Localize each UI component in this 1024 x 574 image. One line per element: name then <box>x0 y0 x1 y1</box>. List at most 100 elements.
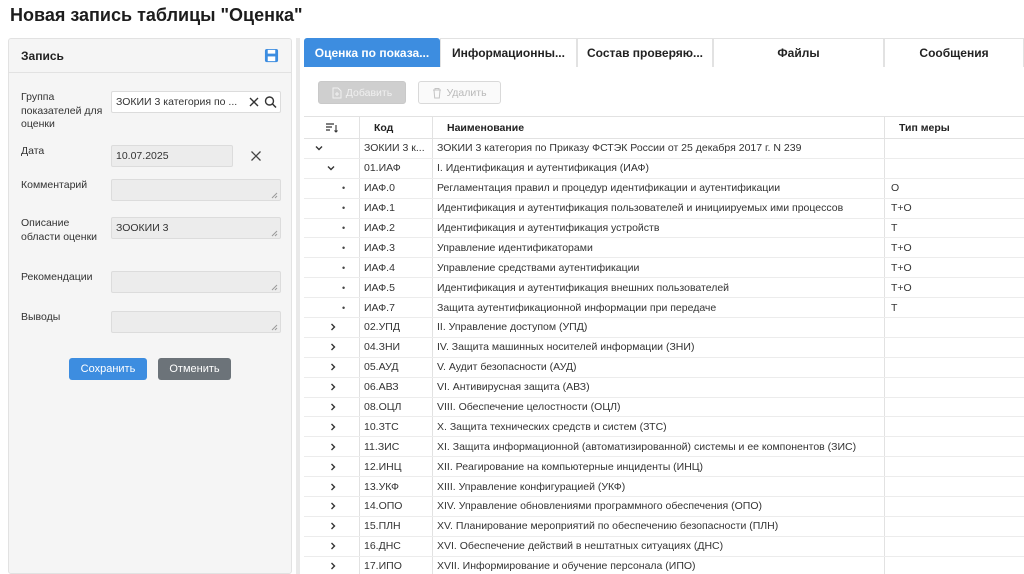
cell-type: Т+О <box>891 261 912 274</box>
column-settings-cell[interactable] <box>304 117 360 138</box>
resize-handle-icon[interactable] <box>271 284 278 291</box>
table-row[interactable]: 05.АУД V. Аудит безопасности (АУД) <box>304 357 1024 378</box>
chevron-down-icon[interactable] <box>304 139 360 158</box>
table-row[interactable]: • ИАФ.5 Идентификация и аутентификация вне… <box>304 278 1024 299</box>
bullet-icon: • <box>304 238 360 258</box>
cell-name: XIV. Управление обновлениями программног… <box>433 497 885 516</box>
search-icon[interactable] <box>264 95 277 109</box>
table-row[interactable]: 08.ОЦЛ VIII. Обеспечение целостности (ОЦЛ… <box>304 397 1024 418</box>
column-header-code[interactable]: Код <box>360 117 433 138</box>
chevron-right-icon[interactable] <box>304 477 360 497</box>
chevron-right-icon[interactable] <box>304 437 360 457</box>
cell-type <box>885 139 1024 158</box>
table-row[interactable]: 06.АВЗ VI. Антивирусная защита (АВЗ) <box>304 377 1024 398</box>
cell-name: XI. Защита информационной (автоматизиров… <box>433 437 885 457</box>
cell-name: Управление идентификаторами <box>433 238 885 258</box>
cell-name: I. Идентификация и аутентификация (ИАФ) <box>433 158 885 178</box>
bullet-icon: • <box>304 258 360 278</box>
chevron-right-icon[interactable] <box>304 318 360 337</box>
chevron-right-icon[interactable] <box>304 556 360 574</box>
cell-name: X. Защита технических средств и систем (… <box>433 417 885 437</box>
save-icon[interactable] <box>263 48 279 64</box>
table-row[interactable]: 15.ПЛН XV. Планирование мероприятий по об… <box>304 516 1024 537</box>
chevron-right-icon[interactable] <box>304 357 360 377</box>
chevron-right-icon[interactable] <box>304 536 360 556</box>
chevron-right-icon[interactable] <box>304 497 360 516</box>
table-row[interactable]: 13.УКФ XIII. Управление конфигурацией (УК… <box>304 477 1024 498</box>
table-row[interactable]: 11.ЗИС XI. Защита информационной (автомат… <box>304 437 1024 458</box>
save-button[interactable]: Сохранить <box>69 358 147 380</box>
table-row[interactable]: • ИАФ.7 Защита аутентификационной информац… <box>304 298 1024 319</box>
chevron-right-icon[interactable] <box>304 377 360 397</box>
clear-icon[interactable] <box>248 95 260 109</box>
panel-splitter[interactable] <box>296 38 300 574</box>
add-button[interactable]: Добавить <box>318 81 406 104</box>
comment-textarea[interactable] <box>111 179 281 201</box>
table-row[interactable]: ЗОКИИ 3 к... ЗОКИИ 3 категория по Приказу… <box>304 139 1024 159</box>
cell-code: 15.ПЛН <box>360 516 433 536</box>
comment-field-row: Комментарий <box>21 179 281 201</box>
record-panel: Запись Группа показателей для оценки ЗОК… <box>8 38 292 574</box>
cell-code: 12.ИНЦ <box>360 457 433 477</box>
cancel-button[interactable]: Отменить <box>158 358 231 380</box>
cell-name: Регламентация правил и процедур идентифи… <box>433 178 885 198</box>
cell-name: Защита аутентификационной информации при… <box>433 298 885 318</box>
cell-code: 05.АУД <box>360 357 433 377</box>
cell-type <box>885 358 1024 377</box>
recommendations-textarea[interactable] <box>111 271 281 293</box>
tab-inspectors[interactable]: Состав проверяю... <box>577 38 713 67</box>
table-row[interactable]: • ИАФ.4 Управление средствами аутентификац… <box>304 258 1024 279</box>
chevron-right-icon[interactable] <box>304 337 360 357</box>
resize-handle-icon[interactable] <box>271 230 278 237</box>
cell-name: VIII. Обеспечение целостности (ОЦЛ) <box>433 397 885 417</box>
table-row[interactable]: 02.УПД II. Управление доступом (УПД) <box>304 318 1024 338</box>
table-row[interactable]: • ИАФ.3 Управление идентификаторами Т+О <box>304 238 1024 259</box>
tab-files[interactable]: Файлы <box>713 38 884 67</box>
table-row[interactable]: 16.ДНС XVI. Обеспечение действий в нештат… <box>304 536 1024 557</box>
column-header-name[interactable]: Наименование <box>433 117 885 138</box>
chevron-right-icon[interactable] <box>304 417 360 437</box>
group-input[interactable]: ЗОКИИ 3 категория по ... <box>111 91 281 113</box>
date-value: 10.07.2025 <box>116 150 169 162</box>
table-row[interactable]: • ИАФ.0 Регламентация правил и процедур ид… <box>304 178 1024 199</box>
column-sort-icon[interactable] <box>325 122 338 134</box>
table-row[interactable]: 01.ИАФ I. Идентификация и аутентификация … <box>304 158 1024 179</box>
cell-code: 06.АВЗ <box>360 377 433 397</box>
chevron-down-icon[interactable] <box>304 158 360 178</box>
tab-messages[interactable]: Сообщения <box>884 38 1024 67</box>
indicators-grid: Код Наименование Тип меры ЗОКИИ 3 к... ЗО… <box>304 116 1024 574</box>
cell-type: Т+О <box>891 281 912 294</box>
conclusions-textarea[interactable] <box>111 311 281 333</box>
tab-assessment[interactable]: Оценка по показа... <box>304 38 440 67</box>
table-row[interactable]: • ИАФ.1 Идентификация и аутентификация пол… <box>304 198 1024 219</box>
cell-name: ЗОКИИ 3 категория по Приказу ФСТЭК Росси… <box>433 139 885 158</box>
chevron-right-icon[interactable] <box>304 397 360 417</box>
tab-label: Сообщения <box>919 46 989 60</box>
resize-handle-icon[interactable] <box>271 192 278 199</box>
table-row[interactable]: 17.ИПО XVII. Информирование и обучение пе… <box>304 556 1024 574</box>
bullet-icon: • <box>304 298 360 318</box>
cell-type <box>885 378 1024 397</box>
table-row[interactable]: 14.ОПО XIV. Управление обновлениями прогр… <box>304 497 1024 517</box>
cell-code: 01.ИАФ <box>360 158 433 178</box>
resize-handle-icon[interactable] <box>271 324 278 331</box>
clear-date-icon[interactable] <box>250 150 262 162</box>
cell-name: IV. Защита машинных носителей информации… <box>433 337 885 357</box>
chevron-right-icon[interactable] <box>304 516 360 536</box>
cell-code: ИАФ.2 <box>360 218 433 238</box>
group-value: ЗОКИИ 3 категория по ... <box>116 96 238 108</box>
column-header-type[interactable]: Тип меры <box>885 117 1024 138</box>
chevron-right-icon[interactable] <box>304 457 360 477</box>
delete-button[interactable]: Удалить <box>418 81 501 104</box>
table-row[interactable]: • ИАФ.2 Идентификация и аутентификация уст… <box>304 218 1024 239</box>
table-row[interactable]: 12.ИНЦ XII. Реагирование на компьютерные … <box>304 457 1024 478</box>
scope-textarea[interactable]: ЗООКИИ 3 <box>111 217 281 239</box>
cell-type <box>885 497 1024 516</box>
cell-code: ИАФ.4 <box>360 258 433 278</box>
scope-value: ЗООКИИ 3 <box>116 222 169 234</box>
cell-code: 16.ДНС <box>360 536 433 556</box>
tab-information[interactable]: Информационны... <box>440 38 577 67</box>
table-row[interactable]: 10.ЗТС X. Защита технических средств и си… <box>304 417 1024 438</box>
table-row[interactable]: 04.ЗНИ IV. Защита машинных носителей инфо… <box>304 337 1024 358</box>
date-input[interactable]: 10.07.2025 <box>111 145 233 167</box>
